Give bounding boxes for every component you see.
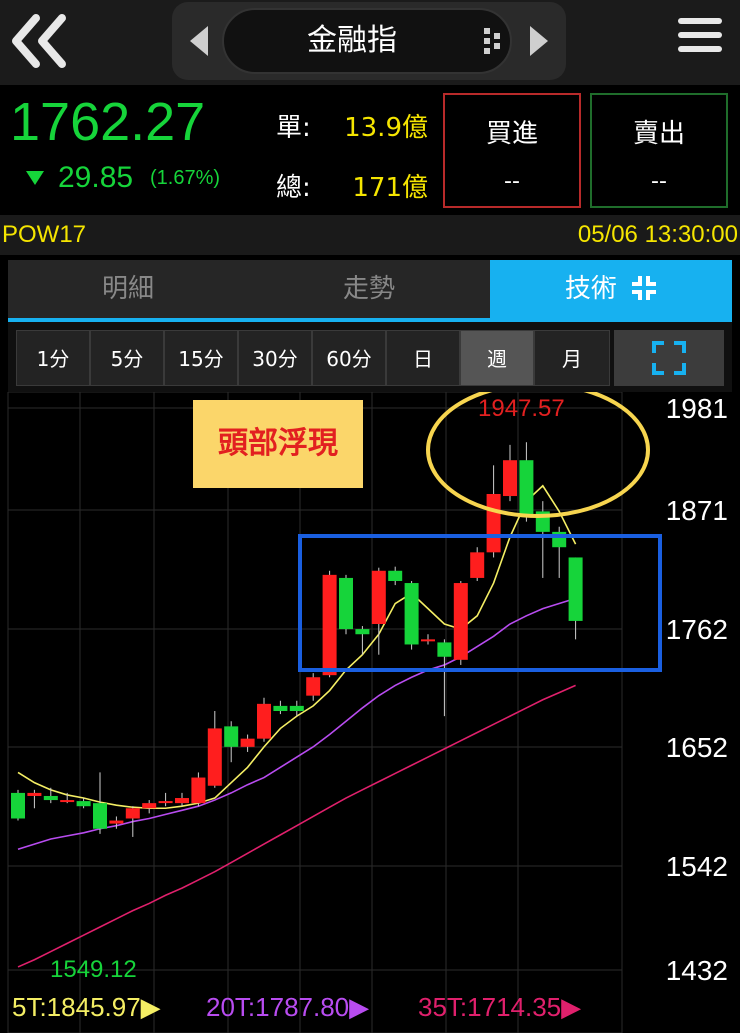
collapse-icon bbox=[632, 276, 657, 300]
candle-body bbox=[306, 677, 321, 696]
tab-bar: 明細 走勢 技術 bbox=[8, 260, 732, 322]
tab-technical-label: 技術 bbox=[564, 274, 617, 304]
price-change-percent: (1.67%) bbox=[150, 167, 221, 189]
candle-body bbox=[93, 803, 107, 829]
candle-body bbox=[175, 798, 189, 804]
ma20-legend-label: 20T:1787.80 bbox=[206, 992, 350, 1022]
period-month[interactable]: 月 bbox=[534, 330, 610, 386]
candle-body bbox=[27, 792, 42, 796]
candle-body bbox=[240, 738, 255, 747]
tab-technical[interactable]: 技術 bbox=[490, 260, 732, 318]
y-tick-3: 1652 bbox=[665, 732, 728, 763]
sell-button[interactable]: 賣出 -- bbox=[590, 93, 728, 208]
candle-body bbox=[76, 801, 91, 807]
candle-body bbox=[355, 629, 370, 635]
chart-canvas bbox=[7, 392, 662, 1033]
quote-panel: 1762.27 29.85 (1.67%) 單: 13.9億 總: 171億 買… bbox=[0, 85, 740, 215]
buy-value: -- bbox=[504, 169, 520, 194]
period-week[interactable]: 週 bbox=[460, 330, 534, 386]
grip-icon[interactable] bbox=[484, 26, 502, 56]
sell-value: -- bbox=[651, 169, 667, 194]
candle-body bbox=[437, 642, 452, 657]
down-arrow-icon bbox=[26, 171, 44, 185]
candle-body bbox=[339, 577, 353, 630]
period-bar: 1分 5分 15分 30分 60分 日 週 月 bbox=[8, 322, 732, 392]
page-title[interactable]: 金融指 bbox=[222, 8, 482, 74]
period-15min[interactable]: 15分 bbox=[164, 330, 238, 386]
period-1min[interactable]: 1分 bbox=[16, 330, 90, 386]
y-tick-4: 1542 bbox=[665, 851, 728, 882]
last-price: 1762.27 bbox=[10, 92, 206, 152]
tab-trend[interactable]: 走勢 bbox=[248, 260, 490, 318]
candle-body bbox=[191, 777, 206, 804]
annotation-note: 頭部浮現 bbox=[193, 400, 363, 488]
candle-body bbox=[43, 795, 58, 801]
symbol-code: POW17 bbox=[2, 221, 87, 248]
buy-button[interactable]: 買進 -- bbox=[443, 93, 581, 208]
period-day[interactable]: 日 bbox=[386, 330, 460, 386]
candle-body bbox=[322, 574, 337, 676]
single-volume-value: 13.9億 bbox=[344, 113, 428, 143]
top-bar: 金融指 bbox=[0, 0, 740, 85]
candle-body bbox=[503, 460, 517, 497]
total-volume-label: 總: bbox=[276, 173, 311, 203]
ma5-legend[interactable]: 5T:1845.97▶ bbox=[12, 992, 161, 1023]
y-tick-1: 1871 bbox=[665, 495, 728, 526]
period-5min[interactable]: 5分 bbox=[90, 330, 164, 386]
candle-body bbox=[125, 808, 140, 819]
period-30min[interactable]: 30分 bbox=[238, 330, 312, 386]
candlestick-chart[interactable]: 1981 1871 1762 1652 1542 1432 頭部浮現 1947.… bbox=[0, 392, 740, 1033]
candle-body bbox=[142, 803, 157, 809]
candle-body bbox=[224, 726, 239, 747]
candle-body bbox=[109, 820, 124, 824]
candle-body bbox=[453, 583, 468, 660]
candle-body bbox=[207, 728, 222, 786]
low-label: 1549.12 bbox=[50, 956, 137, 983]
candle-body bbox=[289, 705, 304, 712]
quote-time: 05/06 13:30:00 bbox=[577, 221, 738, 248]
ma5-legend-arrow-icon: ▶ bbox=[140, 992, 161, 1022]
candle-body bbox=[519, 460, 534, 517]
period-60min[interactable]: 60分 bbox=[312, 330, 386, 386]
info-strip: POW17 05/06 13:30:00 bbox=[0, 215, 740, 255]
ma35-legend-arrow-icon: ▶ bbox=[561, 992, 582, 1022]
single-volume-label: 單: bbox=[276, 113, 311, 143]
candle-body bbox=[421, 639, 435, 642]
candle-body bbox=[11, 792, 25, 819]
ma35-legend-label: 35T:1714.35 bbox=[418, 992, 562, 1022]
candle-body bbox=[568, 557, 583, 621]
peak-label: 1947.57 bbox=[478, 395, 565, 422]
double-chevron-left-icon[interactable] bbox=[8, 10, 70, 72]
tab-details[interactable]: 明細 bbox=[8, 260, 248, 318]
ma35-legend[interactable]: 35T:1714.35▶ bbox=[418, 992, 581, 1023]
candle-body bbox=[388, 570, 403, 582]
hamburger-menu-icon[interactable] bbox=[678, 18, 722, 62]
candle-body bbox=[404, 583, 419, 645]
candle-body bbox=[273, 705, 288, 712]
candle-body bbox=[257, 703, 271, 739]
fullscreen-button[interactable] bbox=[614, 330, 724, 386]
price-change: 29.85 bbox=[58, 161, 134, 194]
total-volume-value: 171億 bbox=[352, 173, 428, 203]
ma20-legend-arrow-icon: ▶ bbox=[349, 992, 370, 1022]
candle-body bbox=[60, 800, 75, 803]
candle-body bbox=[486, 493, 501, 553]
sell-label: 賣出 bbox=[632, 119, 685, 149]
candle-body bbox=[470, 552, 485, 578]
buy-label: 買進 bbox=[485, 119, 538, 149]
annotation-text: 頭部浮現 bbox=[218, 426, 338, 461]
y-tick-5: 1432 bbox=[665, 955, 728, 986]
expand-icon bbox=[652, 341, 686, 375]
prev-arrow-icon[interactable] bbox=[190, 26, 208, 56]
ma20-legend[interactable]: 20T:1787.80▶ bbox=[206, 992, 369, 1023]
ma5-legend-label: 5T:1845.97 bbox=[12, 992, 141, 1022]
y-tick-0: 1981 bbox=[665, 393, 728, 424]
candle-body bbox=[158, 801, 173, 804]
next-arrow-icon[interactable] bbox=[530, 26, 548, 56]
candle-body bbox=[371, 570, 386, 624]
y-tick-2: 1762 bbox=[665, 614, 728, 645]
